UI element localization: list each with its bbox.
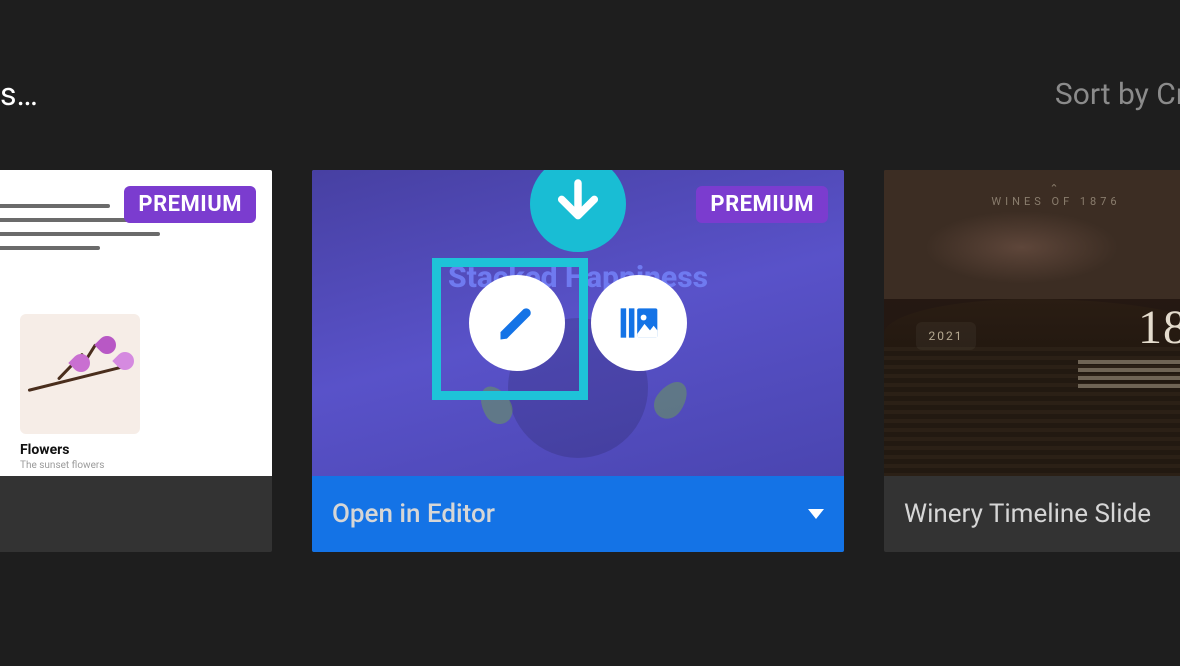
mini-label-flowers: Flowers — [20, 442, 69, 458]
pencil-icon — [495, 301, 539, 345]
open-in-editor-label: Open in Editor — [332, 499, 495, 529]
template-thumb-2[interactable]: Stacked Happiness PREMIUM — [312, 170, 844, 476]
card-title-3: Winery Timeline Slide — [904, 499, 1151, 529]
premium-badge: PREMIUM — [696, 186, 828, 223]
template-card-3[interactable]: ⌃WINES OF 1876 2021 1876 Winery Timeline… — [884, 170, 1180, 552]
year-large: 1876 — [1138, 300, 1180, 355]
year-badge-small: 2021 — [916, 322, 976, 350]
template-card-1[interactable]: Flowers The sunset flowers PREMIUM o1 — [0, 170, 272, 552]
edit-button[interactable] — [469, 275, 565, 371]
text-line — [0, 204, 110, 208]
template-thumb-3[interactable]: ⌃WINES OF 1876 2021 1876 — [884, 170, 1180, 476]
mini-photo-flowers — [20, 314, 140, 434]
copy-lines — [1078, 360, 1180, 364]
open-in-editor-button[interactable]: Open in Editor — [312, 476, 844, 552]
text-line — [0, 218, 140, 222]
card-footer-3: Winery Timeline Slide — [884, 476, 1180, 552]
card-footer-1: o1 — [0, 476, 272, 552]
page-title-fragment: s… — [0, 75, 38, 113]
card-title-1: o1 — [0, 499, 1, 529]
top-bar: s… Sort by Cr — [0, 72, 1180, 116]
template-thumb-1[interactable]: Flowers The sunset flowers PREMIUM — [0, 170, 272, 476]
sort-by-label[interactable]: Sort by Cr — [1055, 77, 1180, 112]
mini-sub-flowers: The sunset flowers — [20, 460, 104, 471]
cards-row: Flowers The sunset flowers PREMIUM o1 St… — [0, 170, 1180, 552]
template-card-2[interactable]: Stacked Happiness PREMIUM — [312, 170, 844, 552]
text-line — [0, 232, 160, 236]
premium-badge: PREMIUM — [124, 186, 256, 223]
hover-actions — [469, 275, 687, 371]
vines-graphic — [884, 347, 1180, 476]
gallery-icon — [617, 301, 661, 345]
chevron-down-icon — [808, 509, 824, 519]
emblem-text: ⌃WINES OF 1876 — [991, 182, 1120, 208]
text-line — [0, 246, 100, 250]
gallery-button[interactable] — [591, 275, 687, 371]
arrow-down-icon — [550, 176, 606, 232]
